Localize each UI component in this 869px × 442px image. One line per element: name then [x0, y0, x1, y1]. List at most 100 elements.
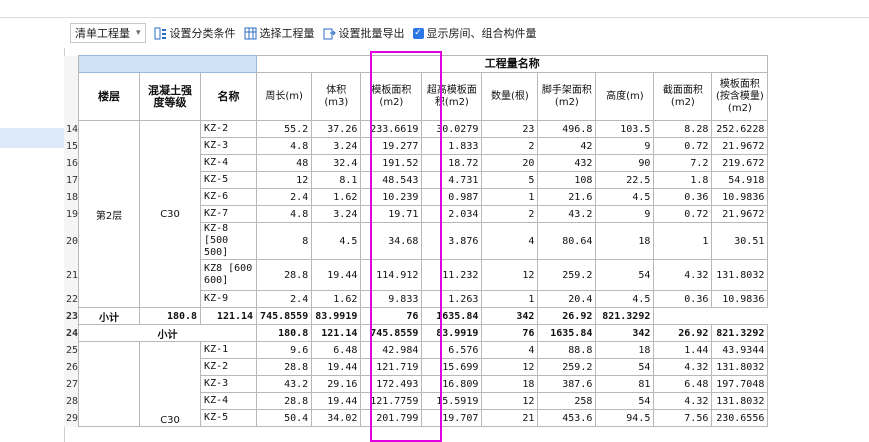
value-cell[interactable]: 3.24	[311, 205, 362, 223]
value-cell[interactable]: 48	[256, 154, 313, 172]
value-cell[interactable]: 233.6619	[360, 120, 423, 138]
value-cell[interactable]: 191.52	[360, 154, 423, 172]
value-cell[interactable]: 19.71	[360, 205, 423, 223]
value-cell[interactable]: 432	[537, 154, 597, 172]
set-classify-conditions-button[interactable]: 设置分类条件	[154, 25, 236, 41]
value-cell[interactable]: 9	[595, 137, 655, 155]
value-cell[interactable]: 54	[595, 358, 655, 376]
value-cell[interactable]: 5	[481, 171, 539, 189]
table-row[interactable]: 14 第2层 C30 KZ-2 55.2 37.26 233.6619 30.0279 23 49…	[64, 120, 769, 308]
col-volume[interactable]: 体积(m3)	[311, 72, 362, 121]
value-cell[interactable]: 4.8	[256, 137, 313, 155]
value-cell[interactable]: 1.833	[421, 137, 483, 155]
col-perimeter[interactable]: 周长(m)	[256, 72, 313, 121]
value-cell[interactable]: 50.4	[256, 409, 313, 427]
value-cell[interactable]: 34.68	[360, 222, 423, 260]
component-name-cell[interactable]: KZ-5	[200, 171, 258, 189]
select-quantity-button[interactable]: 选择工程量	[244, 25, 315, 41]
value-cell[interactable]: 30.0279	[421, 120, 483, 138]
value-cell[interactable]: 1.263	[421, 290, 483, 308]
col-height[interactable]: 高度(m)	[595, 72, 655, 121]
value-cell[interactable]: 15.5919	[421, 392, 483, 410]
value-cell[interactable]: 3.876	[421, 222, 483, 260]
col-super-high-formwork[interactable]: 超高模板面积(m2)	[421, 72, 483, 121]
value-cell[interactable]: 19.277	[360, 137, 423, 155]
component-name-cell[interactable]: KZ-7	[200, 205, 258, 223]
value-cell[interactable]: 20	[481, 154, 539, 172]
value-cell[interactable]: 9	[595, 205, 655, 223]
value-cell[interactable]: 6.48	[653, 375, 713, 393]
component-name-cell[interactable]: KZ-6	[200, 188, 258, 206]
batch-export-button[interactable]: 设置批量导出	[323, 25, 405, 41]
component-name-cell[interactable]: KZ-3	[200, 137, 258, 155]
floor-cell[interactable]: 第2层	[78, 120, 141, 308]
value-cell[interactable]: 103.5	[595, 120, 655, 138]
value-cell[interactable]: 12	[481, 358, 539, 376]
value-cell[interactable]: 1.44	[653, 341, 713, 359]
col-floor[interactable]: 楼层	[78, 72, 141, 121]
col-formwork-area[interactable]: 模板面积(m2)	[360, 72, 423, 121]
component-name-cell[interactable]: KZ-1	[200, 341, 258, 359]
value-cell[interactable]: 48.543	[360, 171, 423, 189]
value-cell[interactable]: 4.8	[256, 205, 313, 223]
value-cell[interactable]: 6.48	[311, 341, 362, 359]
value-cell[interactable]: 0.36	[653, 290, 713, 308]
value-cell[interactable]: 10.9836	[711, 290, 769, 308]
value-cell[interactable]: 2	[481, 137, 539, 155]
value-cell[interactable]: 54.918	[711, 171, 769, 189]
col-concrete-grade[interactable]: 混凝土强度等级	[139, 72, 202, 121]
value-cell[interactable]: 496.8	[537, 120, 597, 138]
value-cell[interactable]: 54	[595, 259, 655, 291]
corner-cell[interactable]	[78, 55, 258, 73]
value-cell[interactable]: 131.8032	[711, 392, 769, 410]
value-cell[interactable]: 1.62	[311, 290, 362, 308]
value-cell[interactable]: 8.1	[311, 171, 362, 189]
value-cell[interactable]: 7.2	[653, 154, 713, 172]
value-cell[interactable]: 114.912	[360, 259, 423, 291]
value-cell[interactable]: 108	[537, 171, 597, 189]
value-cell[interactable]: 4.5	[595, 290, 655, 308]
value-cell[interactable]: 230.6556	[711, 409, 769, 427]
value-cell[interactable]: 22.5	[595, 171, 655, 189]
value-cell[interactable]: 197.7048	[711, 375, 769, 393]
col-scaffold-area[interactable]: 脚手架面积(m2)	[537, 72, 597, 121]
value-cell[interactable]: 3.24	[311, 137, 362, 155]
value-cell[interactable]: 18	[595, 341, 655, 359]
value-cell[interactable]: 55.2	[256, 120, 313, 138]
value-cell[interactable]: 94.5	[595, 409, 655, 427]
value-cell[interactable]: 37.26	[311, 120, 362, 138]
value-cell[interactable]: 12	[256, 171, 313, 189]
value-cell[interactable]: 1	[653, 222, 713, 260]
value-cell[interactable]: 15.699	[421, 358, 483, 376]
left-panel-selected-item[interactable]	[0, 128, 64, 148]
col-formwork-by-ratio[interactable]: 模板面积(按含模量)(m2)	[711, 72, 769, 121]
floor-cell[interactable]	[78, 341, 141, 427]
value-cell[interactable]: 4.32	[653, 358, 713, 376]
value-cell[interactable]: 19.707	[421, 409, 483, 427]
value-cell[interactable]: 2.034	[421, 205, 483, 223]
component-name-cell[interactable]: KZ-2	[200, 120, 258, 138]
value-cell[interactable]: 201.799	[360, 409, 423, 427]
value-cell[interactable]: 131.8032	[711, 259, 769, 291]
value-cell[interactable]: 28.8	[256, 392, 313, 410]
value-cell[interactable]: 9.833	[360, 290, 423, 308]
value-cell[interactable]: 43.2	[537, 205, 597, 223]
value-cell[interactable]: 42	[537, 137, 597, 155]
value-cell[interactable]: 34.02	[311, 409, 362, 427]
value-cell[interactable]: 42.984	[360, 341, 423, 359]
concrete-grade-cell[interactable]: C30	[139, 341, 202, 427]
value-cell[interactable]: 219.672	[711, 154, 769, 172]
value-cell[interactable]: 453.6	[537, 409, 597, 427]
show-rooms-checkbox[interactable]: ✓ 显示房间、组合构件量	[412, 25, 537, 41]
value-cell[interactable]: 12	[481, 259, 539, 291]
col-name[interactable]: 名称	[200, 72, 258, 121]
component-name-cell[interactable]: KZ-3	[200, 375, 258, 393]
value-cell[interactable]: 20.4	[537, 290, 597, 308]
concrete-grade-cell[interactable]: C30	[139, 120, 202, 308]
col-count[interactable]: 数量(根)	[481, 72, 539, 121]
bill-quantity-dropdown[interactable]: 清单工程量 ▾	[70, 23, 146, 43]
value-cell[interactable]: 21.9672	[711, 137, 769, 155]
value-cell[interactable]: 2	[481, 205, 539, 223]
value-cell[interactable]: 131.8032	[711, 358, 769, 376]
value-cell[interactable]: 54	[595, 392, 655, 410]
